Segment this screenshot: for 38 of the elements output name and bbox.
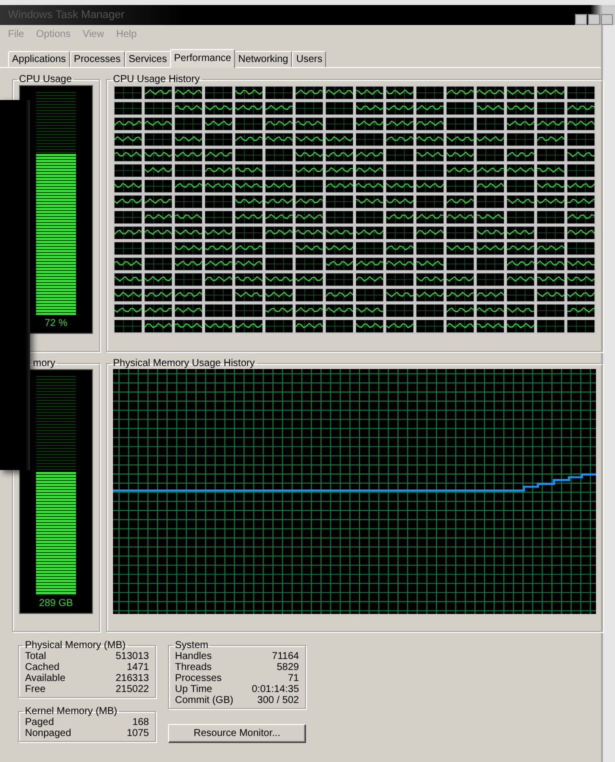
stat-label: Free [25, 684, 47, 695]
stat-label: Up Time [175, 684, 214, 695]
stat-label: Handles [175, 651, 213, 662]
stat-label: Cached [25, 662, 60, 673]
group-title: Physical Memory (MB) [24, 640, 127, 651]
stat-value: 1471 [126, 662, 149, 673]
stat-label: Processes [175, 673, 223, 684]
stat-label: Threads [175, 662, 213, 673]
stat-label: Commit (GB) [175, 695, 234, 706]
stat-label: Available [25, 673, 66, 684]
group-title: mory [32, 358, 56, 369]
stat-value: 215022 [116, 684, 149, 695]
stat-value: 1075 [126, 728, 149, 739]
stat-value: 5829 [276, 662, 299, 673]
stat-value: 513013 [116, 651, 149, 662]
stat-label: Paged [25, 717, 55, 728]
group-title: CPU Usage [18, 74, 73, 85]
stat-value: 300 / 502 [256, 695, 299, 706]
stat-value: 0:01:14:35 [252, 684, 299, 695]
tab[interactable]: Performance [170, 49, 236, 68]
meter-reading: 289 GB [39, 598, 73, 609]
resource-monitor-button[interactable]: Resource Monitor... [168, 724, 306, 743]
stat-value: 71164 [270, 651, 299, 662]
stat-value: 168 [131, 717, 149, 728]
tab[interactable]: Networking [234, 51, 292, 67]
group-title: CPU Usage History [112, 74, 201, 85]
group-title: System [174, 640, 210, 651]
stat-label: Nonpaged [25, 728, 72, 739]
tab[interactable]: Applications [8, 51, 70, 67]
stat-value: 216313 [116, 673, 149, 684]
group-title: Kernel Memory (MB) [24, 706, 118, 717]
tab[interactable]: Services [124, 51, 171, 67]
tab[interactable]: Processes [70, 51, 125, 67]
stat-value: 71 [286, 673, 299, 684]
meter-reading: 72 % [44, 318, 68, 329]
tab[interactable]: Users [292, 51, 326, 67]
stat-label: Total [25, 651, 48, 662]
group-title: Physical Memory Usage History [112, 358, 256, 369]
